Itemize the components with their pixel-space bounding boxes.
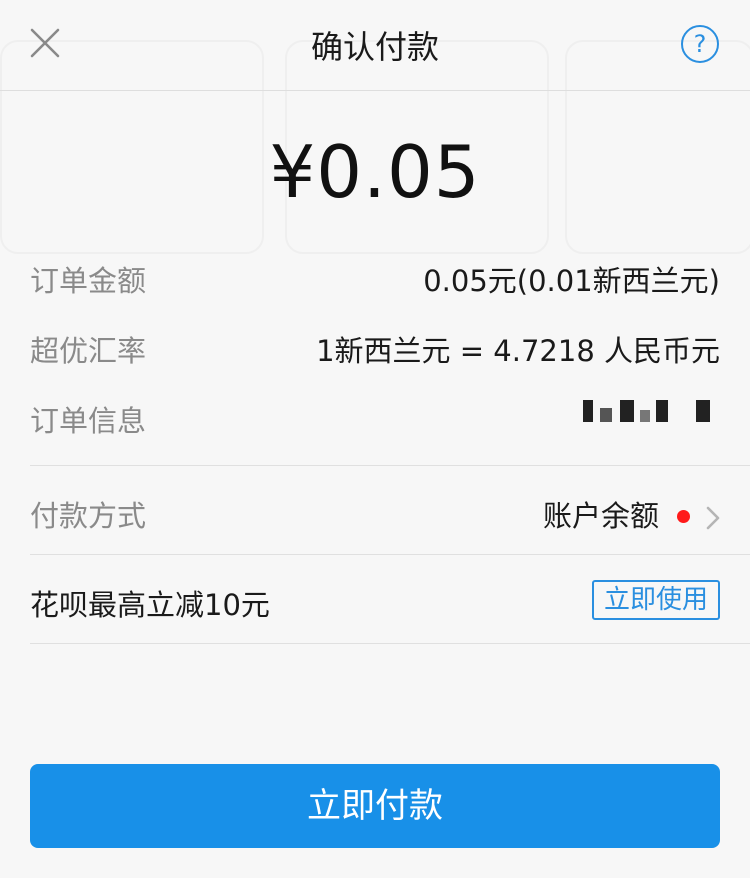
detail-value: 0.05元(0.01新西兰元) bbox=[423, 264, 720, 298]
help-icon[interactable]: ? bbox=[681, 25, 719, 63]
payment-amount: ¥0.05 bbox=[269, 130, 481, 214]
detail-label: 订单金额 bbox=[30, 264, 147, 298]
section-divider bbox=[30, 465, 750, 466]
dialog-header: 确认付款 ? bbox=[0, 0, 750, 91]
payment-method-label: 付款方式 bbox=[30, 499, 147, 533]
chevron-right-icon bbox=[706, 506, 720, 530]
payment-method-selector[interactable]: 账户余额 bbox=[543, 493, 720, 535]
pay-now-button[interactable]: 立即付款 bbox=[30, 764, 720, 848]
dialog-title: 确认付款 bbox=[310, 28, 439, 66]
detail-value: 1新西兰元 = 4.7218 人民币元 bbox=[316, 334, 720, 368]
detail-label: 超优汇率 bbox=[30, 334, 147, 368]
detail-label: 订单信息 bbox=[30, 404, 147, 438]
payment-method-value: 账户余额 bbox=[542, 499, 659, 533]
section-divider bbox=[30, 554, 750, 555]
notification-dot bbox=[677, 510, 690, 523]
huabei-promo-text: 花呗最高立减10元 bbox=[30, 588, 270, 622]
section-divider bbox=[30, 643, 750, 644]
use-now-button[interactable]: 立即使用 bbox=[592, 580, 720, 620]
